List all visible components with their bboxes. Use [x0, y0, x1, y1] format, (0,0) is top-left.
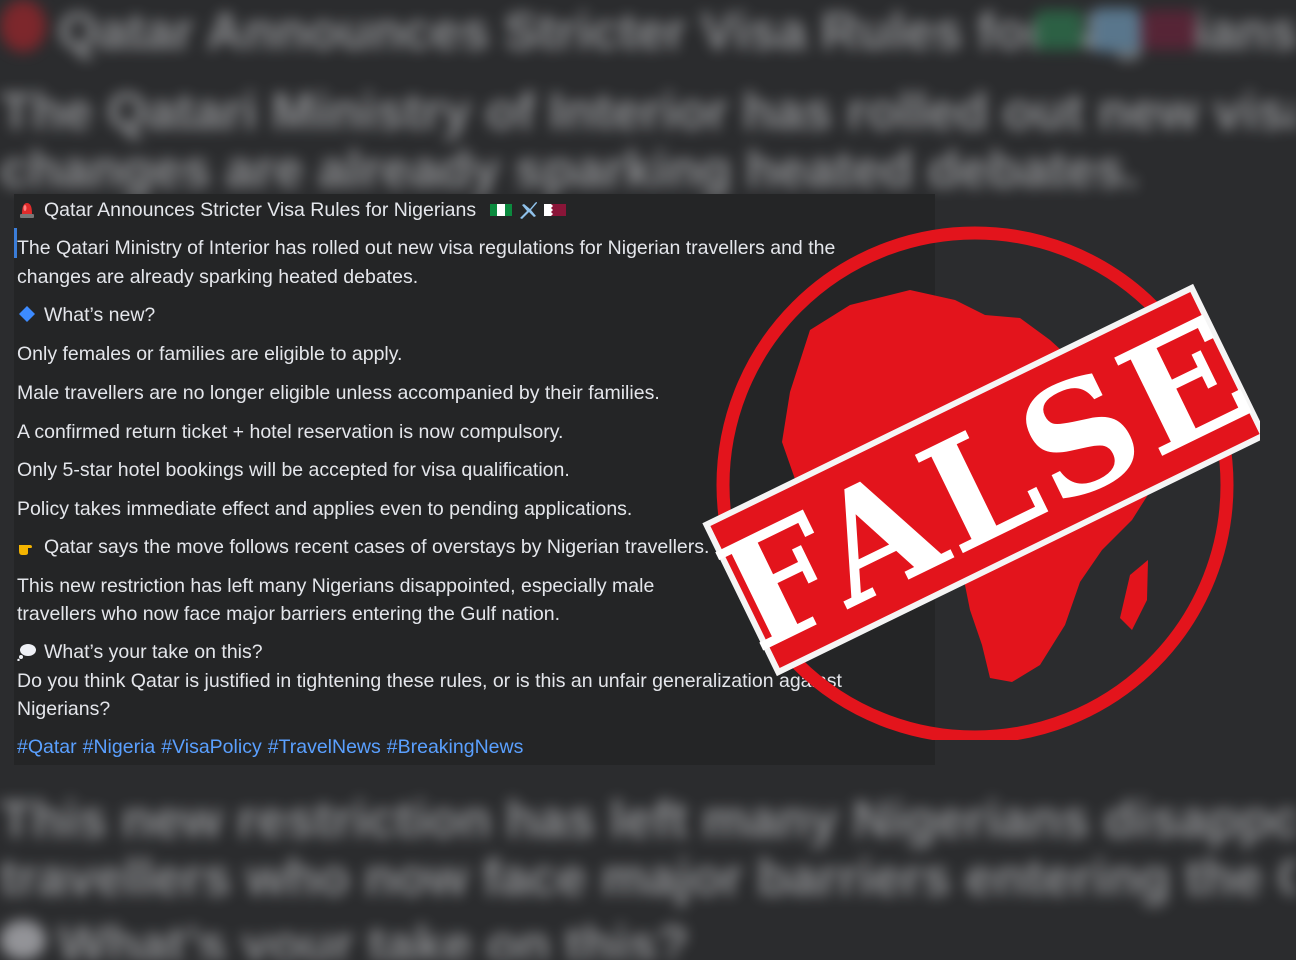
blurred-intro-line-2: changes are already sparking heated deba…	[0, 141, 1139, 199]
hashtag-link[interactable]: #Qatar	[17, 736, 77, 758]
rule-1: Only females or families are eligible to…	[17, 343, 403, 365]
blurred-qatar-flag-icon	[1142, 10, 1196, 50]
madagascar-shape	[1120, 560, 1148, 630]
blurred-impact-line-1: This new restriction has left many Niger…	[0, 791, 1296, 849]
impact-line-2: travellers who now face major barriers e…	[17, 603, 561, 625]
question-heading: What’s your take on this?	[44, 641, 263, 663]
hashtag-link[interactable]: #Nigeria	[83, 736, 156, 758]
blurred-question-heading: What’s your take on this?	[58, 916, 689, 960]
hashtag-link[interactable]: #VisaPolicy	[161, 736, 261, 758]
question-line-2: Nigerians?	[17, 698, 111, 720]
hashtag-link[interactable]: #BreakingNews	[387, 736, 524, 758]
post-title-row: Qatar Announces Stricter Visa Rules for …	[17, 196, 567, 224]
rule-2: Male travellers are no longer eligible u…	[17, 382, 660, 404]
nigeria-flag-icon	[489, 204, 512, 216]
blurred-thought-icon	[0, 920, 46, 960]
whats-new-row: What’s new?	[17, 301, 155, 329]
false-stamp: FALSE	[700, 226, 1260, 740]
blurred-impact-line-2: travellers who now face major barriers e…	[0, 849, 1296, 907]
blurred-airplane-icon	[1092, 8, 1140, 52]
reason-row: Qatar says the move follows recent cases…	[17, 533, 709, 561]
blurred-siren-icon	[0, 0, 46, 52]
blue-diamond-icon	[19, 306, 35, 322]
post-title: Qatar Announces Stricter Visa Rules for …	[44, 199, 477, 221]
intro-line-2: changes are already sparking heated deba…	[17, 266, 419, 288]
blurred-nigeria-flag-icon	[1035, 10, 1083, 50]
police-light-icon	[20, 203, 34, 218]
question-heading-row: What’s your take on this?	[17, 638, 263, 666]
impact-line-1: This new restriction has left many Niger…	[17, 575, 655, 597]
airplane-icon	[519, 202, 537, 219]
rule-3: A confirmed return ticket + hotel reserv…	[17, 421, 564, 443]
thought-balloon-icon	[17, 644, 36, 661]
qatar-flag-icon	[544, 204, 567, 216]
rule-4: Only 5-star hotel bookings will be accep…	[17, 459, 570, 481]
rule-5: Policy takes immediate effect and applie…	[17, 498, 633, 520]
blurred-intro-line-1: The Qatari Ministry of Interior has roll…	[0, 83, 1296, 141]
pointing-hand-icon	[19, 545, 32, 555]
reason-text: Qatar says the move follows recent cases…	[44, 536, 710, 558]
whats-new-heading: What’s new?	[44, 304, 156, 326]
hashtag-link[interactable]: #TravelNews	[268, 736, 381, 758]
hashtags: #Qatar #Nigeria #VisaPolicy #TravelNews #Bre…	[17, 733, 529, 761]
